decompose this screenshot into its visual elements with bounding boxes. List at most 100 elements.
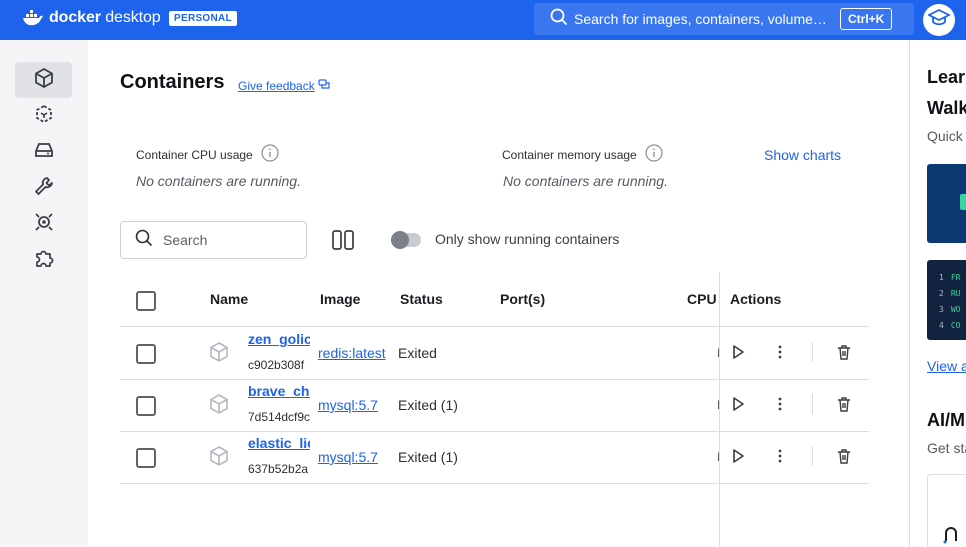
container-name-link[interactable]: zen_golick	[248, 331, 310, 347]
ai-ml-subtitle: Get started	[927, 440, 966, 456]
cpu-usage-title: Container CPU usage	[136, 147, 253, 162]
images-icon	[33, 103, 55, 130]
sidebar-item-scout[interactable]	[15, 206, 72, 242]
ai-logo-icon	[942, 525, 962, 547]
page-title: Containers	[120, 71, 225, 93]
action-divider	[812, 342, 813, 362]
plan-badge: PERSONAL	[169, 11, 237, 26]
delete-button[interactable]	[836, 344, 852, 365]
delete-button[interactable]	[836, 448, 852, 469]
search-input[interactable]	[163, 232, 293, 248]
columns-toggle-button[interactable]	[332, 230, 354, 250]
more-actions-icon[interactable]	[772, 448, 788, 469]
learn-heading: Learn	[927, 67, 966, 87]
columns-icon	[332, 230, 354, 254]
column-image[interactable]: Image	[320, 291, 360, 307]
container-cube-icon	[208, 445, 230, 472]
container-name-link[interactable]: brave_chatelet	[248, 383, 310, 399]
cpu-usage-empty: No containers are running.	[136, 173, 301, 189]
docker-logo[interactable]: docker desktop	[22, 9, 161, 27]
row-checkbox[interactable]	[136, 344, 156, 364]
column-status[interactable]: Status	[400, 291, 443, 307]
view-all-link[interactable]: View all	[927, 358, 966, 374]
table-row[interactable]: zen_golick c902b308f redis:latest Exited…	[120, 328, 869, 380]
memory-usage-empty: No containers are running.	[503, 173, 668, 189]
give-feedback-label: Give feedback	[238, 78, 315, 93]
learning-card: Learn Walkthroughs Quick 1FR 2RU 3WO 4CO…	[909, 40, 966, 547]
sidebar	[0, 40, 88, 547]
column-ports[interactable]: Port(s)	[500, 291, 545, 307]
learning-center-button[interactable]	[923, 4, 955, 36]
sidebar-item-containers[interactable]	[15, 62, 72, 98]
container-status: Exited (1)	[398, 449, 458, 465]
container-id[interactable]: 7d514dcf9c	[248, 410, 310, 424]
give-feedback-link[interactable]: Give feedback	[238, 78, 330, 93]
sidebar-item-images[interactable]	[15, 98, 72, 134]
container-image-link[interactable]: redis:latest	[318, 345, 386, 361]
action-divider	[812, 394, 813, 414]
scout-icon	[33, 211, 55, 238]
column-cpu[interactable]: CPU	[687, 291, 717, 307]
container-image-link[interactable]: mysql:5.7	[318, 397, 378, 413]
graduation-cap-icon	[926, 8, 952, 33]
feedback-icon	[318, 78, 330, 93]
ai-ml-card[interactable]	[927, 474, 966, 547]
container-id[interactable]: 637b52b2a	[248, 462, 310, 476]
table-row[interactable]: elastic_lichterman 637b52b2a mysql:5.7 E…	[120, 432, 869, 484]
container-status: Exited (1)	[398, 397, 458, 413]
action-divider	[812, 446, 813, 466]
puzzle-icon	[33, 247, 55, 274]
container-name-link[interactable]: elastic_lichterman	[248, 435, 310, 451]
global-search[interactable]: Search for images, containers, volumes, …	[534, 3, 914, 35]
more-actions-icon[interactable]	[772, 396, 788, 417]
row-checkbox[interactable]	[136, 396, 156, 416]
global-search-placeholder: Search for images, containers, volumes, …	[574, 11, 832, 27]
volumes-icon	[33, 139, 55, 166]
sidebar-item-volumes[interactable]	[15, 134, 72, 170]
container-cube-icon	[208, 393, 230, 420]
walkthrough-code-thumbnail[interactable]: 1 FR 2 RU 3 WO 4 CO	[927, 260, 966, 340]
toggle-knob	[391, 231, 409, 249]
code-line: 4 CO	[939, 321, 961, 330]
cpu-usage-label: Container CPU usage	[136, 144, 279, 165]
more-actions-icon[interactable]	[772, 344, 788, 365]
info-icon[interactable]	[261, 144, 279, 165]
start-button[interactable]	[730, 448, 746, 469]
learning-panel: Learn Walkthroughs Quick 1FR 2RU 3WO 4CO…	[909, 40, 966, 547]
running-only-toggle[interactable]	[391, 231, 421, 249]
actions-column-divider	[719, 272, 720, 547]
container-id[interactable]: c902b308f	[248, 358, 310, 372]
code-line: 1 FR	[939, 273, 961, 282]
sidebar-item-extensions[interactable]	[15, 242, 72, 278]
thumbnail-mark	[960, 194, 966, 210]
start-button[interactable]	[730, 344, 746, 365]
container-status: Exited	[398, 345, 437, 361]
wrench-icon	[33, 175, 55, 202]
top-bar: docker desktop PERSONAL Search for image…	[0, 0, 966, 40]
memory-usage-title: Container memory usage	[502, 147, 637, 162]
column-name[interactable]: Name	[210, 291, 248, 307]
show-charts-button[interactable]: Show charts	[764, 147, 841, 163]
container-cube-icon	[208, 341, 230, 368]
table-row[interactable]: brave_chatelet 7d514dcf9c mysql:5.7 Exit…	[120, 380, 869, 432]
walkthroughs-subtitle: Quick	[927, 128, 963, 144]
sidebar-item-builds[interactable]	[15, 170, 72, 206]
walkthrough-thumbnail[interactable]	[927, 164, 966, 243]
table-header: Name Image Status Port(s) CPU Actions	[120, 271, 869, 327]
search-shortcut: Ctrl+K	[840, 8, 893, 30]
memory-usage-label: Container memory usage	[502, 144, 663, 165]
whale-icon	[22, 10, 44, 26]
select-all-checkbox[interactable]	[136, 291, 156, 311]
start-button[interactable]	[730, 396, 746, 417]
ai-ml-heading: AI/ML	[927, 410, 966, 430]
row-checkbox[interactable]	[136, 448, 156, 468]
code-line: 3 WO	[939, 305, 961, 314]
walkthroughs-heading: Walkthroughs	[927, 98, 966, 118]
code-line: 2 RU	[939, 289, 961, 298]
delete-button[interactable]	[836, 396, 852, 417]
container-search[interactable]	[120, 221, 307, 259]
search-icon	[135, 229, 153, 252]
info-icon[interactable]	[645, 144, 663, 165]
container-image-link[interactable]: mysql:5.7	[318, 449, 378, 465]
brand-name: docker desktop	[49, 9, 161, 26]
